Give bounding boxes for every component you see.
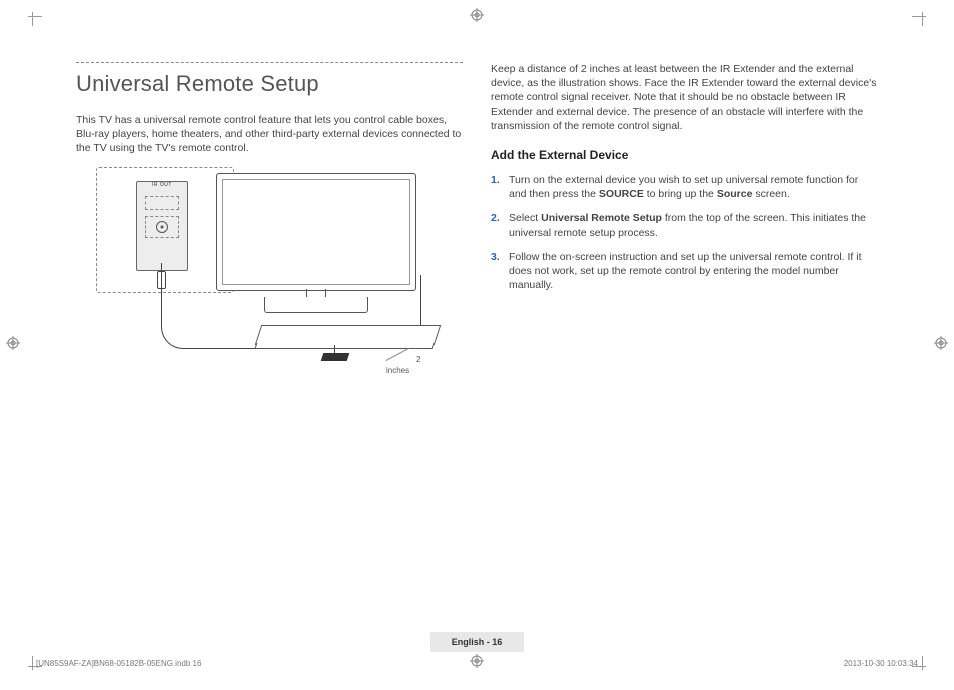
registration-mark-icon — [934, 336, 948, 350]
page-number-badge: English - 16 — [430, 632, 525, 652]
page-title: Universal Remote Setup — [76, 69, 463, 99]
left-column: Universal Remote Setup This TV has a uni… — [76, 62, 463, 377]
setup-diagram: IR OUT 2 inches — [76, 167, 436, 377]
universal-remote-setup-label: Universal Remote Setup — [541, 212, 662, 224]
right-column: Keep a distance of 2 inches at least bet… — [491, 62, 878, 377]
intro-paragraph: This TV has a universal remote control f… — [76, 113, 463, 156]
diagram-port — [145, 196, 179, 210]
registration-mark-icon — [6, 336, 20, 350]
diagram-external-device — [255, 325, 441, 345]
step-2: Select Universal Remote Setup from the t… — [491, 211, 878, 239]
section-heading: Add the External Device — [491, 147, 878, 163]
ir-distance-paragraph: Keep a distance of 2 inches at least bet… — [491, 62, 878, 133]
diagram-tv — [216, 173, 416, 313]
slug-timestamp: 2013-10-30 10:03:34 — [844, 659, 918, 670]
diagram-tv-back-panel: IR OUT — [136, 181, 188, 271]
diagram-distance-callout: 2 inches — [386, 355, 436, 377]
registration-mark-icon — [470, 8, 484, 22]
ir-out-label: IR OUT — [137, 180, 187, 189]
steps-list: Turn on the external device you wish to … — [491, 173, 878, 292]
step-1: Turn on the external device you wish to … — [491, 173, 878, 201]
print-slug-line: [UN85S9AF-ZA]BN68-05182B-05ENG.indb 16 2… — [36, 659, 918, 670]
crop-mark-top-right — [912, 6, 932, 26]
source-button-label: SOURCE — [599, 188, 644, 200]
diagram-cable — [161, 263, 162, 309]
page-footer: English - 16 — [0, 632, 954, 652]
crop-mark-top-left — [22, 6, 42, 26]
diagram-ir-out-port — [145, 216, 179, 238]
source-screen-label: Source — [717, 188, 753, 200]
page-content: Universal Remote Setup This TV has a uni… — [76, 62, 878, 377]
step-3: Follow the on-screen instruction and set… — [491, 250, 878, 293]
title-rule — [76, 62, 463, 63]
slug-filename: [UN85S9AF-ZA]BN68-05182B-05ENG.indb 16 — [36, 659, 201, 670]
diagram-ir-extender — [321, 353, 350, 361]
